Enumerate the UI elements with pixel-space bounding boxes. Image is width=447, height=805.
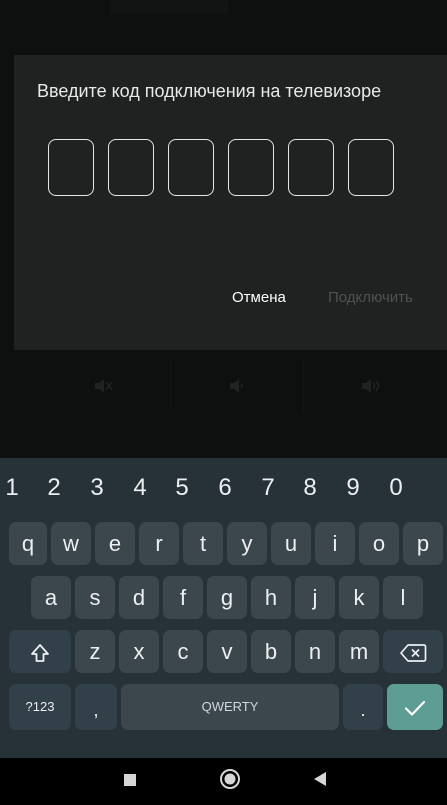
- key-d[interactable]: d: [119, 576, 159, 619]
- key-z[interactable]: z: [75, 630, 115, 673]
- code-digit-3[interactable]: [168, 139, 214, 196]
- home-circle-icon: [219, 768, 241, 795]
- shift-key[interactable]: [9, 630, 71, 673]
- key-t[interactable]: t: [183, 522, 223, 565]
- key-u[interactable]: u: [271, 522, 311, 565]
- home-button[interactable]: [200, 758, 260, 805]
- comma-key[interactable]: ,: [75, 684, 117, 730]
- key-n[interactable]: n: [295, 630, 335, 673]
- key-a[interactable]: a: [31, 576, 71, 619]
- dialog-title: Введите код подключения на телевизоре: [37, 81, 382, 101]
- key-i[interactable]: i: [315, 522, 355, 565]
- enter-key[interactable]: [387, 684, 443, 730]
- code-digit-4[interactable]: [228, 139, 274, 196]
- period-key[interactable]: .: [343, 684, 383, 730]
- connection-code-dialog: Введите код подключения на телевизоре От…: [14, 55, 447, 350]
- key-f[interactable]: f: [163, 576, 203, 619]
- key-b[interactable]: b: [251, 630, 291, 673]
- volume-down-icon: [171, 360, 305, 412]
- key-s[interactable]: s: [75, 576, 115, 619]
- symbols-key[interactable]: ?123: [9, 684, 71, 730]
- recents-square-icon: [124, 773, 136, 791]
- code-digit-6[interactable]: [348, 139, 394, 196]
- key-x[interactable]: x: [119, 630, 159, 673]
- space-key[interactable]: QWERTY: [121, 684, 339, 730]
- backspace-icon: [399, 639, 427, 664]
- key-6[interactable]: 6: [203, 472, 247, 504]
- key-2[interactable]: 2: [32, 472, 76, 504]
- code-digit-1[interactable]: [48, 139, 94, 196]
- key-8[interactable]: 8: [288, 472, 332, 504]
- key-c[interactable]: c: [163, 630, 203, 673]
- key-v[interactable]: v: [207, 630, 247, 673]
- key-r[interactable]: r: [139, 522, 179, 565]
- backspace-key[interactable]: [383, 630, 443, 673]
- key-1[interactable]: 1: [0, 472, 34, 504]
- soft-keyboard: 1 2 3 4 5 6 7 8 9 0 q w e r t y u i o p …: [0, 458, 447, 758]
- volume-up-icon: [304, 360, 437, 412]
- shift-icon: [29, 639, 51, 664]
- code-digit-5[interactable]: [288, 139, 334, 196]
- key-5[interactable]: 5: [160, 472, 204, 504]
- background-header: [110, 0, 228, 14]
- recents-button[interactable]: [100, 758, 160, 805]
- code-digit-2[interactable]: [108, 139, 154, 196]
- key-h[interactable]: h: [251, 576, 291, 619]
- background-volume-row: [37, 360, 437, 412]
- back-button[interactable]: [290, 758, 350, 805]
- key-y[interactable]: y: [227, 522, 267, 565]
- code-input-group: [48, 139, 394, 196]
- checkmark-icon: [404, 694, 426, 719]
- key-j[interactable]: j: [295, 576, 335, 619]
- key-g[interactable]: g: [207, 576, 247, 619]
- key-w[interactable]: w: [51, 522, 91, 565]
- key-3[interactable]: 3: [75, 472, 119, 504]
- key-e[interactable]: e: [95, 522, 135, 565]
- connect-button[interactable]: Подключить: [328, 289, 413, 306]
- key-o[interactable]: o: [359, 522, 399, 565]
- key-p[interactable]: p: [403, 522, 443, 565]
- number-row: 1 2 3 4 5 6 7 8 9 0: [0, 458, 447, 518]
- back-triangle-icon: [314, 772, 326, 791]
- key-k[interactable]: k: [339, 576, 379, 619]
- key-0[interactable]: 0: [374, 472, 418, 504]
- key-m[interactable]: m: [339, 630, 379, 673]
- key-9[interactable]: 9: [331, 472, 375, 504]
- system-navigation-bar: [0, 758, 447, 805]
- key-l[interactable]: l: [383, 576, 423, 619]
- key-4[interactable]: 4: [118, 472, 162, 504]
- key-q[interactable]: q: [9, 522, 47, 565]
- cancel-button[interactable]: Отмена: [232, 289, 286, 306]
- key-7[interactable]: 7: [246, 472, 290, 504]
- volume-mute-icon: [37, 360, 171, 412]
